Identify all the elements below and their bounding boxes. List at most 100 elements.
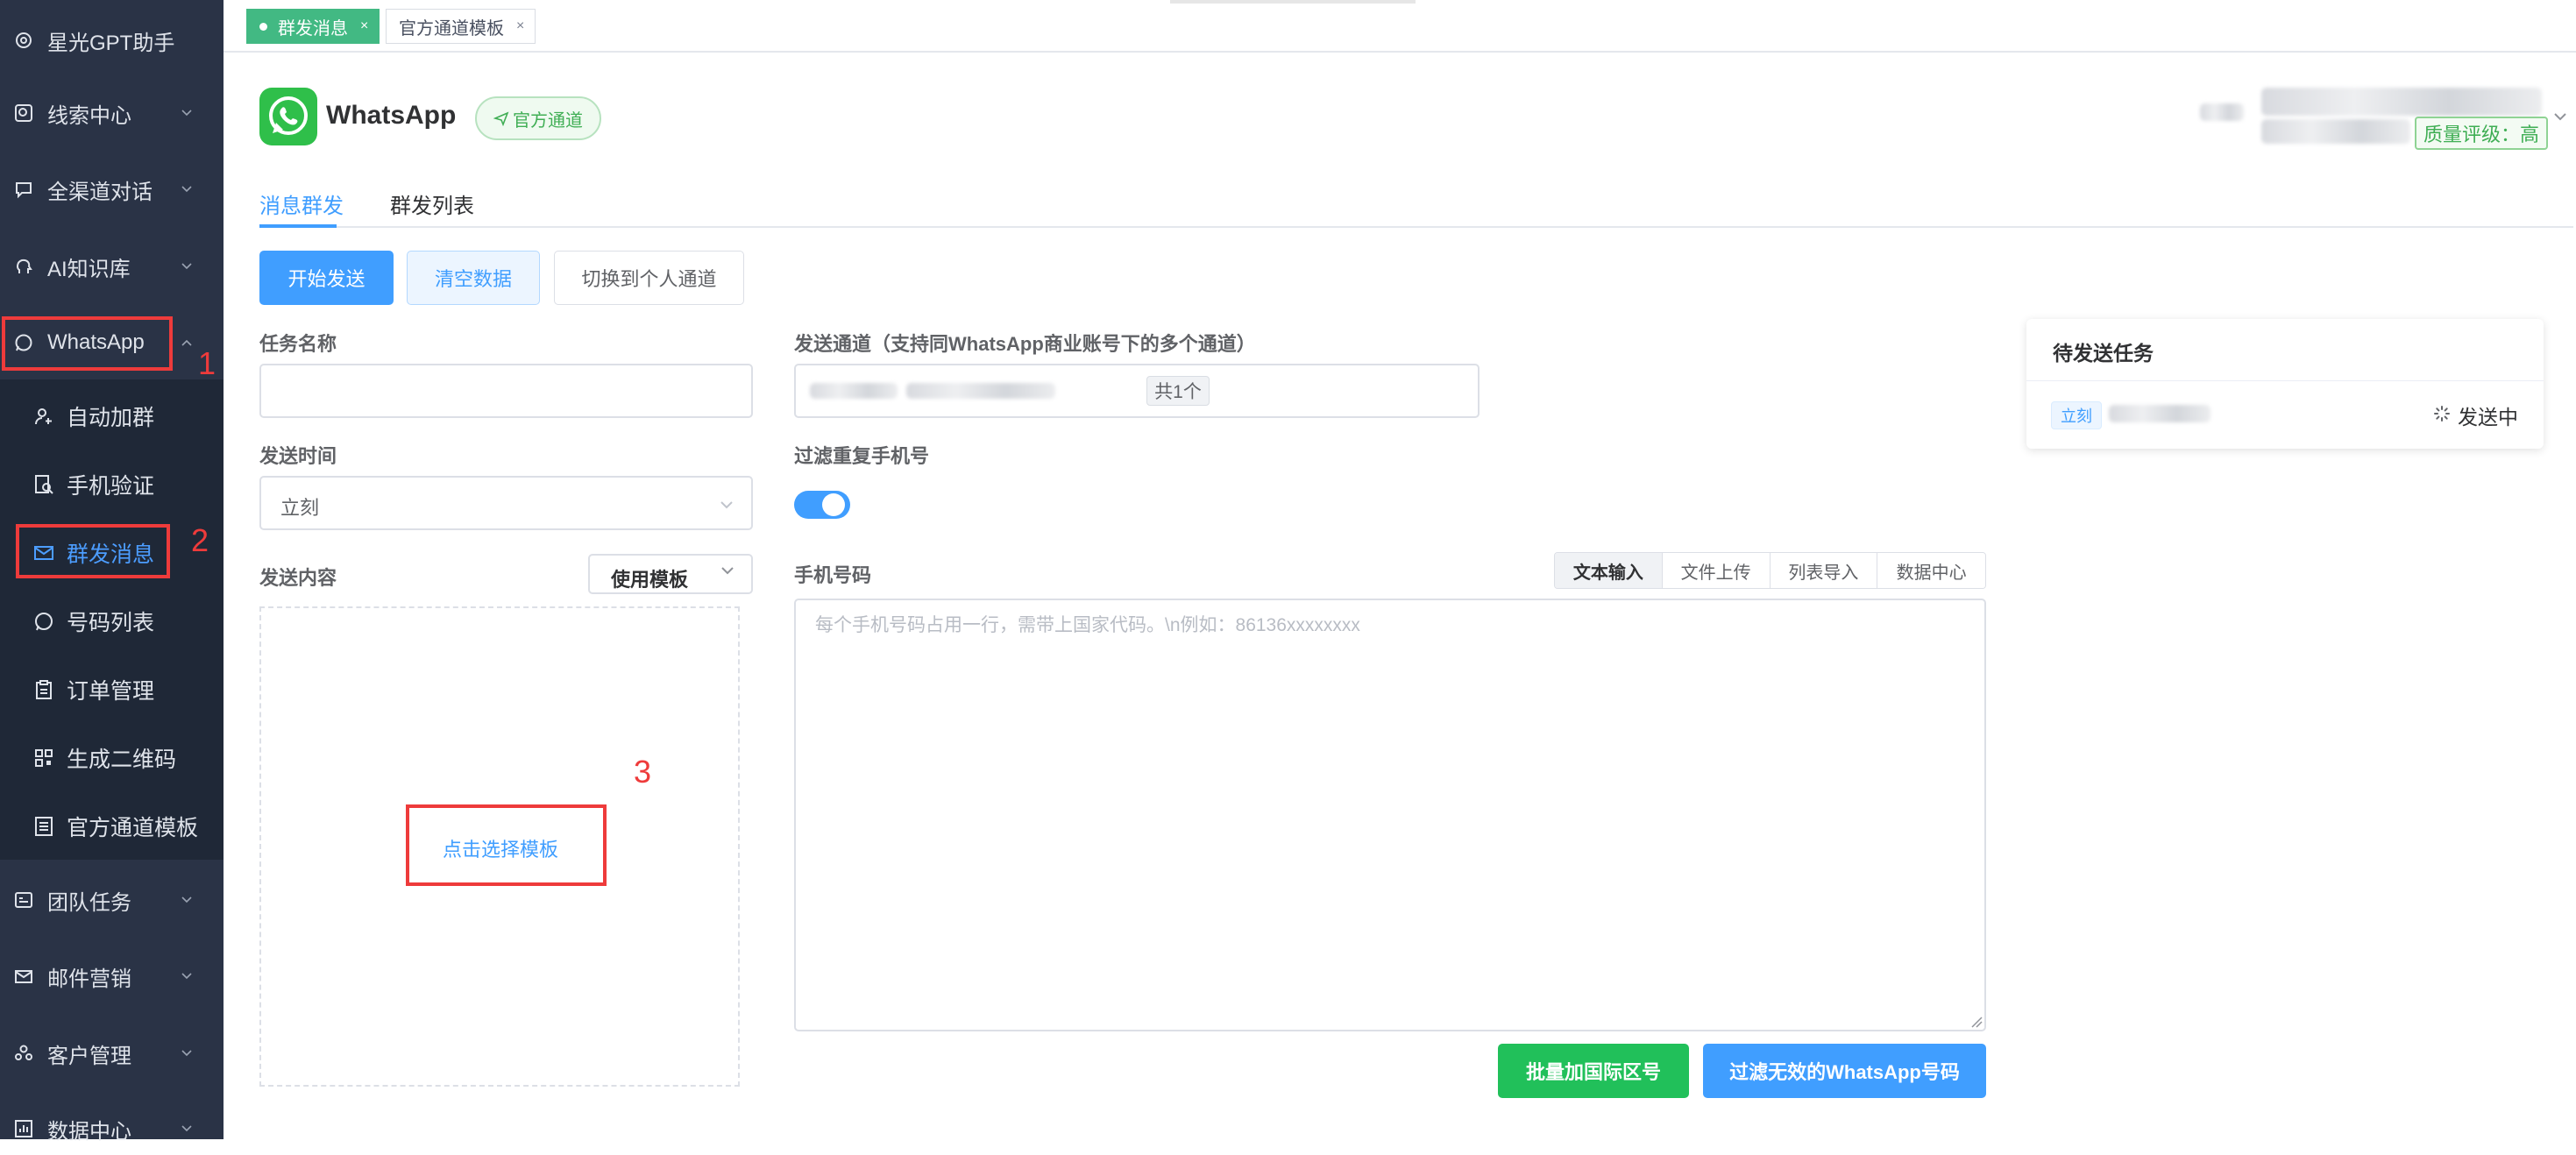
batch-add-country-code-button[interactable]: 批量加国际区号 — [1498, 1044, 1689, 1098]
chat-icon — [14, 180, 33, 199]
sidebar-item-customers[interactable]: 客户管理 — [0, 1027, 224, 1080]
sidebar-item-label: 线索中心 — [47, 103, 131, 128]
send-time-value: 立刻 — [280, 497, 320, 519]
sidebar-item-label: 邮件营销 — [47, 967, 131, 991]
openai-icon — [14, 31, 33, 50]
blurred-task-name — [2109, 405, 2211, 422]
sidebar-item-email-marketing[interactable]: 邮件营销 — [0, 950, 224, 1003]
mail-send-icon — [14, 967, 33, 986]
id-card-icon — [14, 890, 33, 910]
sidebar-item-label: 团队任务 — [47, 890, 131, 915]
lead-search-icon — [14, 103, 33, 123]
filter-invalid-whatsapp-button[interactable]: 过滤无效的WhatsApp号码 — [1703, 1044, 1986, 1098]
pending-tasks-title: 待发送任务 — [2053, 342, 2154, 365]
sidebar-sub-official-template[interactable]: 官方通道模板 — [0, 800, 224, 853]
top-scroll-indicator — [1170, 0, 1416, 4]
chevron-down-icon — [180, 259, 194, 273]
tab-mass-send[interactable]: 消息群发 — [259, 188, 344, 219]
use-template-label: 使用模板 — [611, 569, 689, 591]
clear-data-button[interactable]: 清空数据 — [407, 251, 540, 305]
brain-icon — [14, 257, 33, 276]
sidebar-sub-auto-join[interactable]: 自动加群 — [0, 390, 224, 443]
annotation-number-3: 3 — [634, 754, 652, 790]
blurred-channel-tag — [810, 383, 898, 399]
blurred-account-number — [2261, 119, 2410, 144]
chevron-down-icon[interactable] — [2552, 109, 2568, 124]
send-channel-select[interactable]: 共1个 — [794, 364, 1480, 418]
verify-search-icon — [33, 474, 54, 495]
active-dot — [259, 22, 267, 31]
tab-list-import[interactable]: 列表导入 — [1769, 553, 1877, 588]
blurred-avatar — [2200, 103, 2244, 121]
pending-task-time-tag: 立刻 — [2051, 401, 2102, 429]
send-content-label: 发送内容 — [259, 567, 337, 589]
resize-handle-icon[interactable] — [1970, 1016, 1983, 1028]
tags-view-bar — [224, 0, 2576, 53]
toggle-knob — [822, 493, 845, 516]
sidebar-item-label: 客户管理 — [47, 1044, 131, 1068]
channel-count-tag: 共1个 — [1146, 376, 1210, 406]
tag-label: 官方通道模板 — [399, 18, 504, 39]
add-user-icon — [33, 406, 54, 427]
chevron-down-icon — [720, 563, 735, 578]
filter-duplicate-label: 过滤重复手机号 — [794, 445, 930, 467]
sidebar-item-label: 星光GPT助手 — [47, 31, 175, 55]
panel-divider — [2026, 380, 2544, 381]
phone-number-label: 手机号码 — [794, 564, 872, 586]
send-icon — [493, 110, 509, 126]
official-channel-badge: 官方通道 — [475, 96, 601, 140]
tab-tag-official-template[interactable]: 官方通道模板 × — [386, 9, 536, 44]
sidebar-sub-qrcode[interactable]: 生成二维码 — [0, 732, 224, 784]
sidebar-item-ai-knowledge[interactable]: AI知识库 — [0, 240, 224, 293]
send-channel-label: 发送通道（支持同WhatsApp商业账号下的多个通道） — [794, 333, 1256, 355]
tab-tag-mass-message[interactable]: 群发消息 × — [246, 9, 380, 44]
phone-numbers-textarea[interactable]: 每个手机号码占用一行，需带上国家代码。\n例如：86136xxxxxxxx — [794, 599, 1986, 1031]
sidebar-item-data-center[interactable]: 数据中心 — [0, 1102, 224, 1155]
sidebar-sub-phone-verify[interactable]: 手机验证 — [0, 458, 224, 511]
chevron-down-icon — [180, 1046, 194, 1060]
task-name-label: 任务名称 — [259, 333, 337, 355]
chart-icon — [14, 1119, 33, 1138]
annotation-box-2 — [16, 524, 170, 578]
blurred-account-name — [2261, 88, 2542, 116]
send-time-select[interactable]: 立刻 — [259, 476, 753, 530]
chevron-down-icon — [719, 497, 734, 513]
sidebar-item-gpt-assistant[interactable]: 星光GPT助手 — [0, 14, 224, 67]
tag-label: 群发消息 — [278, 18, 348, 39]
sidebar-sub-label: 手机验证 — [67, 474, 155, 499]
sidebar-sub-label: 自动加群 — [67, 406, 155, 430]
chevron-down-icon — [180, 1122, 194, 1136]
sidebar-item-leads[interactable]: 线索中心 — [0, 87, 224, 139]
sidebar-sub-label: 生成二维码 — [67, 748, 177, 772]
close-icon[interactable]: × — [360, 18, 368, 34]
sidebar-sub-label: 订单管理 — [67, 679, 155, 704]
tab-send-list[interactable]: 群发列表 — [390, 188, 474, 219]
sidebar-sub-number-list[interactable]: 号码列表 — [0, 595, 224, 648]
sidebar-item-omnichannel[interactable]: 全渠道对话 — [0, 163, 224, 216]
list-icon — [33, 816, 54, 837]
use-template-select[interactable]: 使用模板 — [588, 554, 753, 594]
tab-text-input[interactable]: 文本输入 — [1555, 553, 1662, 588]
whatsapp-icon — [33, 611, 54, 632]
annotation-number-2: 2 — [191, 522, 209, 558]
whatsapp-logo-icon — [259, 88, 317, 145]
sidebar-item-label: 全渠道对话 — [47, 180, 153, 204]
sidebar-item-team-tasks[interactable]: 团队任务 — [0, 874, 224, 926]
switch-personal-channel-button[interactable]: 切换到个人通道 — [554, 251, 744, 305]
sidebar-sub-orders[interactable]: 订单管理 — [0, 663, 224, 716]
close-icon[interactable]: × — [516, 18, 524, 34]
chevron-down-icon — [180, 969, 194, 983]
tab-file-upload[interactable]: 文件上传 — [1661, 553, 1770, 588]
chevron-down-icon — [180, 106, 194, 120]
pick-template-link[interactable]: 点击选择模板 — [443, 834, 558, 862]
start-send-button[interactable]: 开始发送 — [259, 251, 394, 305]
annotation-box-1 — [2, 316, 173, 371]
task-name-input[interactable] — [259, 364, 753, 418]
page-title: WhatsApp — [326, 101, 457, 130]
qrcode-icon — [33, 748, 54, 769]
customers-icon — [14, 1044, 33, 1063]
tab-data-center[interactable]: 数据中心 — [1877, 553, 1985, 588]
clipboard-icon — [33, 679, 54, 700]
blurred-channel-number — [906, 383, 1055, 399]
send-time-label: 发送时间 — [259, 445, 337, 467]
